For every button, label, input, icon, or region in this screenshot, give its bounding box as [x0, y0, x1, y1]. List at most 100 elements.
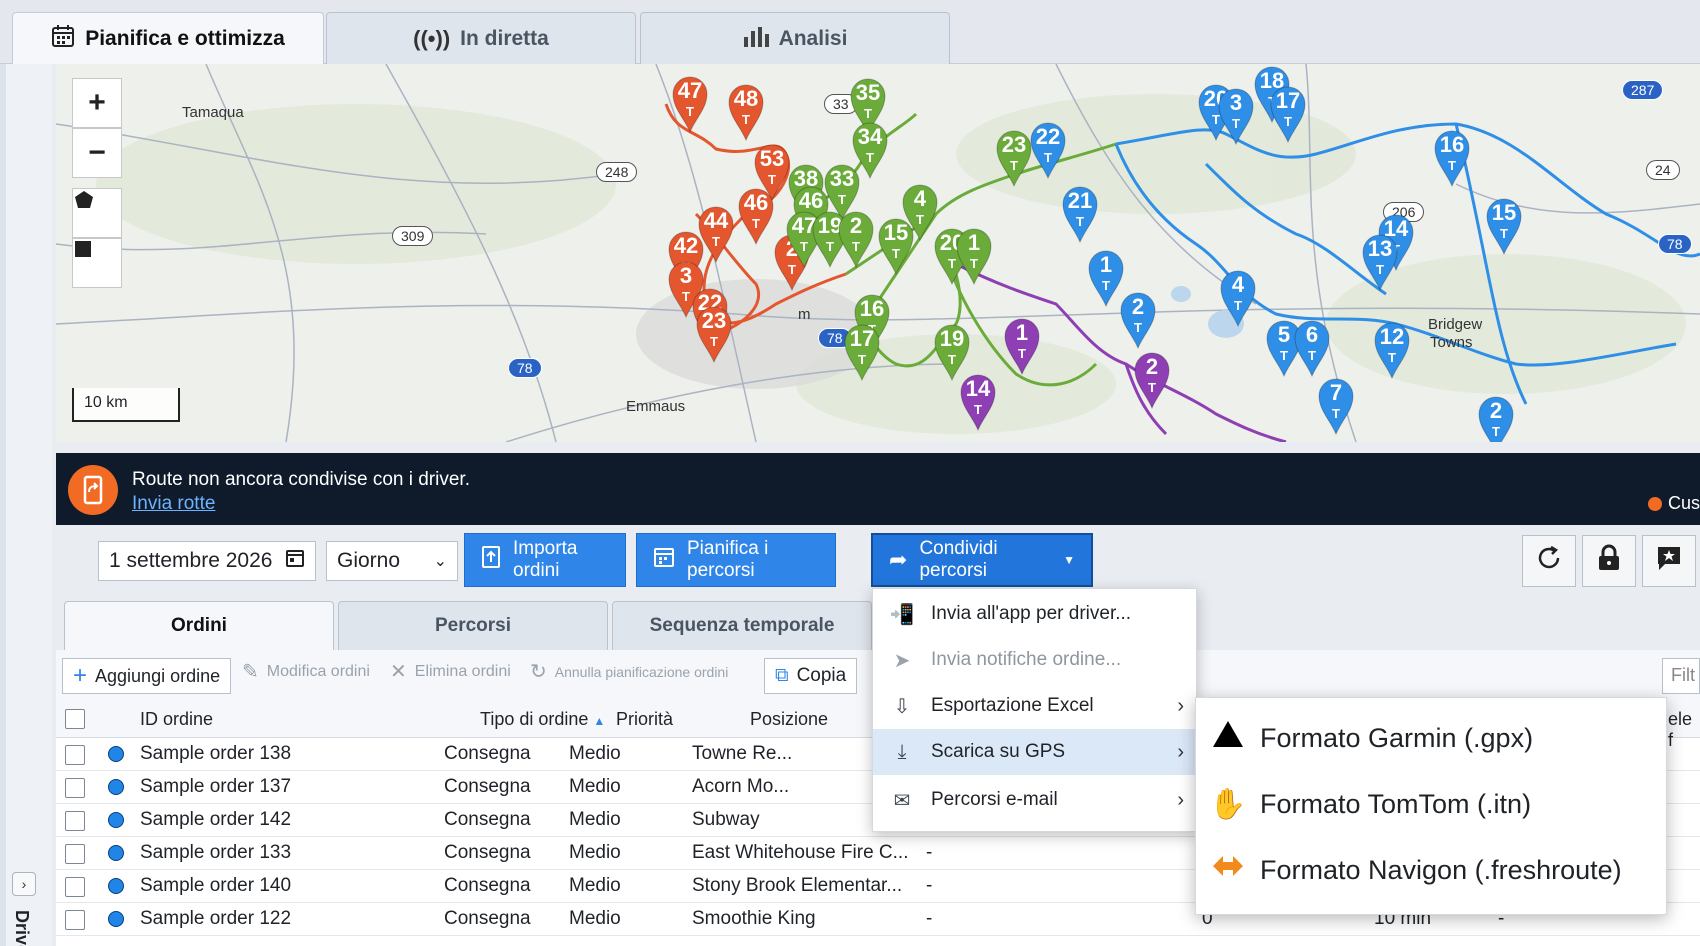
route-stop-marker[interactable]: 17 T [842, 322, 882, 382]
menu-item-download-gps[interactable]: ⤓ Scarica su GPS › [873, 729, 1196, 775]
tab-ordini[interactable]: Ordini [64, 601, 334, 650]
period-select[interactable]: Giorno ⌄ [326, 541, 458, 581]
highway-shield: 78 [1658, 234, 1692, 254]
marker-sublabel: T [752, 216, 760, 231]
status-dot-icon [1647, 496, 1662, 511]
marker-sublabel: T [1500, 226, 1508, 241]
town-label: Bridgew [1428, 316, 1483, 333]
edit-orders-button[interactable]: ✎ Modifica ordini [242, 659, 370, 684]
polygon-select-button[interactable] [72, 188, 122, 238]
rectangle-select-button[interactable] [72, 238, 122, 288]
menu-item-send-driver-app[interactable]: 📲 Invia all'app per driver... [873, 591, 1196, 637]
row-checkbox[interactable] [65, 910, 85, 930]
marker-number: 22 [1035, 124, 1061, 149]
orders-tab-bar: Ordini Percorsi Sequenza temporale [56, 595, 876, 650]
route-stop-marker[interactable]: 6T [1292, 318, 1332, 378]
route-stop-marker[interactable]: 46T [736, 186, 776, 246]
route-stop-marker[interactable]: 13 T [1360, 232, 1400, 292]
route-stop-marker[interactable]: 16T [1432, 128, 1472, 188]
route-map[interactable]: Tamaqua Bridgew Towns Emmaus m 248 309 3… [56, 64, 1700, 442]
route-stop-marker[interactable]: 14T [958, 372, 998, 432]
submenu-item-garmin[interactable]: Formato Garmin (.gpx) [1196, 706, 1666, 770]
route-stop-marker[interactable]: 4T [1218, 268, 1258, 328]
route-stop-marker[interactable]: 23 T [694, 304, 734, 364]
marker-number: 16 [859, 296, 885, 321]
filter-input[interactable]: Filt [1662, 658, 1700, 694]
add-order-button[interactable]: + Aggiungi ordine [62, 658, 232, 694]
import-orders-label: Importa ordini [513, 538, 578, 581]
tab-pianifica[interactable]: Pianifica e ottimizza [12, 12, 324, 64]
marker-sublabel: T [1284, 114, 1292, 129]
expand-sidebar-button[interactable]: › [12, 872, 36, 896]
route-stop-marker[interactable]: 15 T [876, 216, 916, 276]
copy-button[interactable]: ⧉ Copia [764, 658, 858, 694]
route-stop-marker[interactable]: 47 T [670, 74, 710, 134]
marker-sublabel: T [948, 352, 956, 367]
marker-number: 4 [1231, 272, 1245, 297]
route-stop-marker[interactable]: 22T [1028, 120, 1068, 180]
tab-percorsi[interactable]: Percorsi [338, 601, 608, 650]
row-checkbox[interactable] [65, 745, 85, 765]
route-stop-marker[interactable]: 2T [1118, 290, 1158, 350]
row-checkbox[interactable] [65, 778, 85, 798]
marker-number: 2 [1489, 398, 1503, 423]
zoom-in-button[interactable]: + [72, 78, 122, 128]
lock-button[interactable] [1582, 535, 1636, 587]
menu-item-label: Invia all'app per driver... [931, 603, 1132, 624]
route-stop-marker[interactable]: 2T [836, 209, 876, 269]
route-stop-marker[interactable]: 3T [1216, 86, 1256, 146]
envelope-icon: ✉ [893, 789, 911, 812]
route-stop-marker[interactable]: 48 T [726, 82, 766, 142]
select-all-checkbox[interactable] [65, 709, 85, 729]
col-id-header[interactable]: ID ordine [140, 709, 213, 730]
row-checkbox[interactable] [65, 877, 85, 897]
submenu-item-tomtom[interactable]: ✋ Formato TomTom (.itn) [1196, 772, 1666, 836]
import-orders-button[interactable]: Importa ordini [464, 533, 626, 587]
menu-item-email-routes[interactable]: ✉ Percorsi e-mail › [873, 777, 1196, 823]
plan-routes-button[interactable]: Pianifica i percorsi [636, 533, 836, 587]
drivers-panel-label[interactable]: Drive [11, 910, 32, 946]
navigon-arrows-icon [1196, 852, 1260, 888]
route-stop-marker[interactable]: 12 T [1372, 320, 1412, 380]
marker-number: 15 [1491, 200, 1517, 225]
tab-sequenza-temporale[interactable]: Sequenza temporale [612, 601, 872, 650]
row-checkbox[interactable] [65, 811, 85, 831]
bar-chart-icon [743, 25, 769, 53]
tab-in-diretta[interactable]: ((•)) In diretta [326, 12, 636, 64]
send-routes-link[interactable]: Invia rotte [132, 493, 215, 515]
tab-analisi[interactable]: Analisi [640, 12, 950, 64]
route-stop-marker[interactable]: 15 T [1484, 196, 1524, 256]
share-routes-button[interactable]: ➦ Condividi percorsi ▼ [871, 533, 1093, 587]
route-stop-marker[interactable]: 2T [1476, 394, 1516, 442]
cell-priority: Medio [569, 776, 621, 797]
col-position-header[interactable]: Posizione [750, 709, 828, 730]
cell-priority: Medio [569, 743, 621, 764]
cell-dash: - [926, 875, 933, 896]
cancel-planning-button[interactable]: ↻ Annulla pianificazione ordini [530, 659, 728, 684]
col-priority-header[interactable]: Priorità [616, 709, 673, 730]
route-stop-marker[interactable]: 21 T [1060, 184, 1100, 244]
marker-sublabel: T [1134, 320, 1142, 335]
tab-pianifica-label: Pianifica e ottimizza [85, 26, 285, 50]
marker-sublabel: T [686, 104, 694, 119]
route-stop-marker[interactable]: 7T [1316, 376, 1356, 436]
zoom-out-button[interactable]: − [72, 128, 122, 178]
menu-item-label: Invia notifiche ordine... [931, 649, 1122, 670]
route-stop-marker[interactable]: 1T [1002, 316, 1042, 376]
delete-orders-button[interactable]: ✕ Elimina ordini [390, 659, 511, 684]
route-stop-marker[interactable]: 1T [954, 226, 994, 286]
date-picker[interactable]: 1 settembre 2026 [98, 541, 316, 581]
row-checkbox[interactable] [65, 844, 85, 864]
menu-item-excel-export[interactable]: ⇩ Esportazione Excel › [873, 683, 1196, 729]
feedback-button[interactable] [1642, 535, 1696, 587]
excel-export-icon: ⇩ [893, 695, 911, 718]
marker-number: 17 [849, 326, 875, 351]
route-stop-marker[interactable]: 17 T [1268, 84, 1308, 144]
cell-type: Consegna [444, 776, 531, 797]
submenu-item-navigon[interactable]: Formato Navigon (.freshroute) [1196, 838, 1666, 902]
refresh-button[interactable] [1522, 535, 1576, 587]
garmin-triangle-icon [1196, 719, 1260, 757]
route-stop-marker[interactable]: 2T [1132, 350, 1172, 410]
col-type-header[interactable]: Tipo di ordine ▲ [480, 709, 605, 730]
cell-dash: - [926, 842, 933, 863]
